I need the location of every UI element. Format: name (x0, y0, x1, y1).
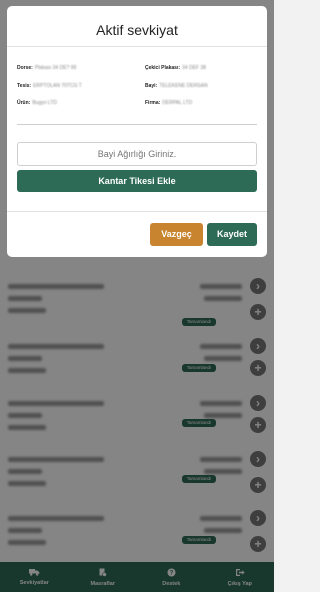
info-label: Firma: (145, 100, 161, 106)
info-value: TELEKENE DERSAN (159, 83, 208, 89)
info-value: 34 DEF 38 (182, 65, 206, 71)
divider (7, 46, 267, 47)
divider (17, 124, 257, 125)
add-weighbridge-ticket-button[interactable]: Kantar Tikesi Ekle (17, 170, 257, 192)
divider (7, 211, 267, 212)
modal-title: Aktif sevkiyat (96, 22, 178, 38)
info-value: Bugyo LTD (32, 100, 57, 106)
info-label: Bayi: (145, 83, 158, 89)
info-firma: Firma: DERPAL LTD (145, 100, 192, 106)
info-value: Plakası 34 DE? 99 (34, 65, 77, 71)
info-tesis: Tesis: ERPTOLAN 70TCG T (17, 83, 82, 89)
info-label: Dorse: (17, 65, 33, 71)
info-cekici-plakasi: Çekici Plakası: 34 DEF 38 (145, 65, 206, 71)
cancel-button[interactable]: Vazgeç (150, 223, 203, 246)
active-shipment-modal: Aktif sevkiyat Dorse: Plakası 34 DE? 99 Ç… (7, 6, 267, 257)
dealer-weight-input[interactable] (17, 142, 257, 166)
info-bayi: Bayi: TELEKENE DERSAN (145, 83, 208, 89)
info-label: Tesis: (17, 83, 32, 89)
info-value: DERPAL LTD (162, 100, 193, 106)
info-dorse: Dorse: Plakası 34 DE? 99 (17, 65, 76, 71)
info-label: Ürün: (17, 100, 31, 106)
info-urun: Ürün: Bugyo LTD (17, 100, 57, 106)
info-value: ERPTOLAN 70TCG T (33, 83, 82, 89)
save-button[interactable]: Kaydet (207, 223, 257, 246)
info-label: Çekici Plakası: (145, 65, 181, 71)
